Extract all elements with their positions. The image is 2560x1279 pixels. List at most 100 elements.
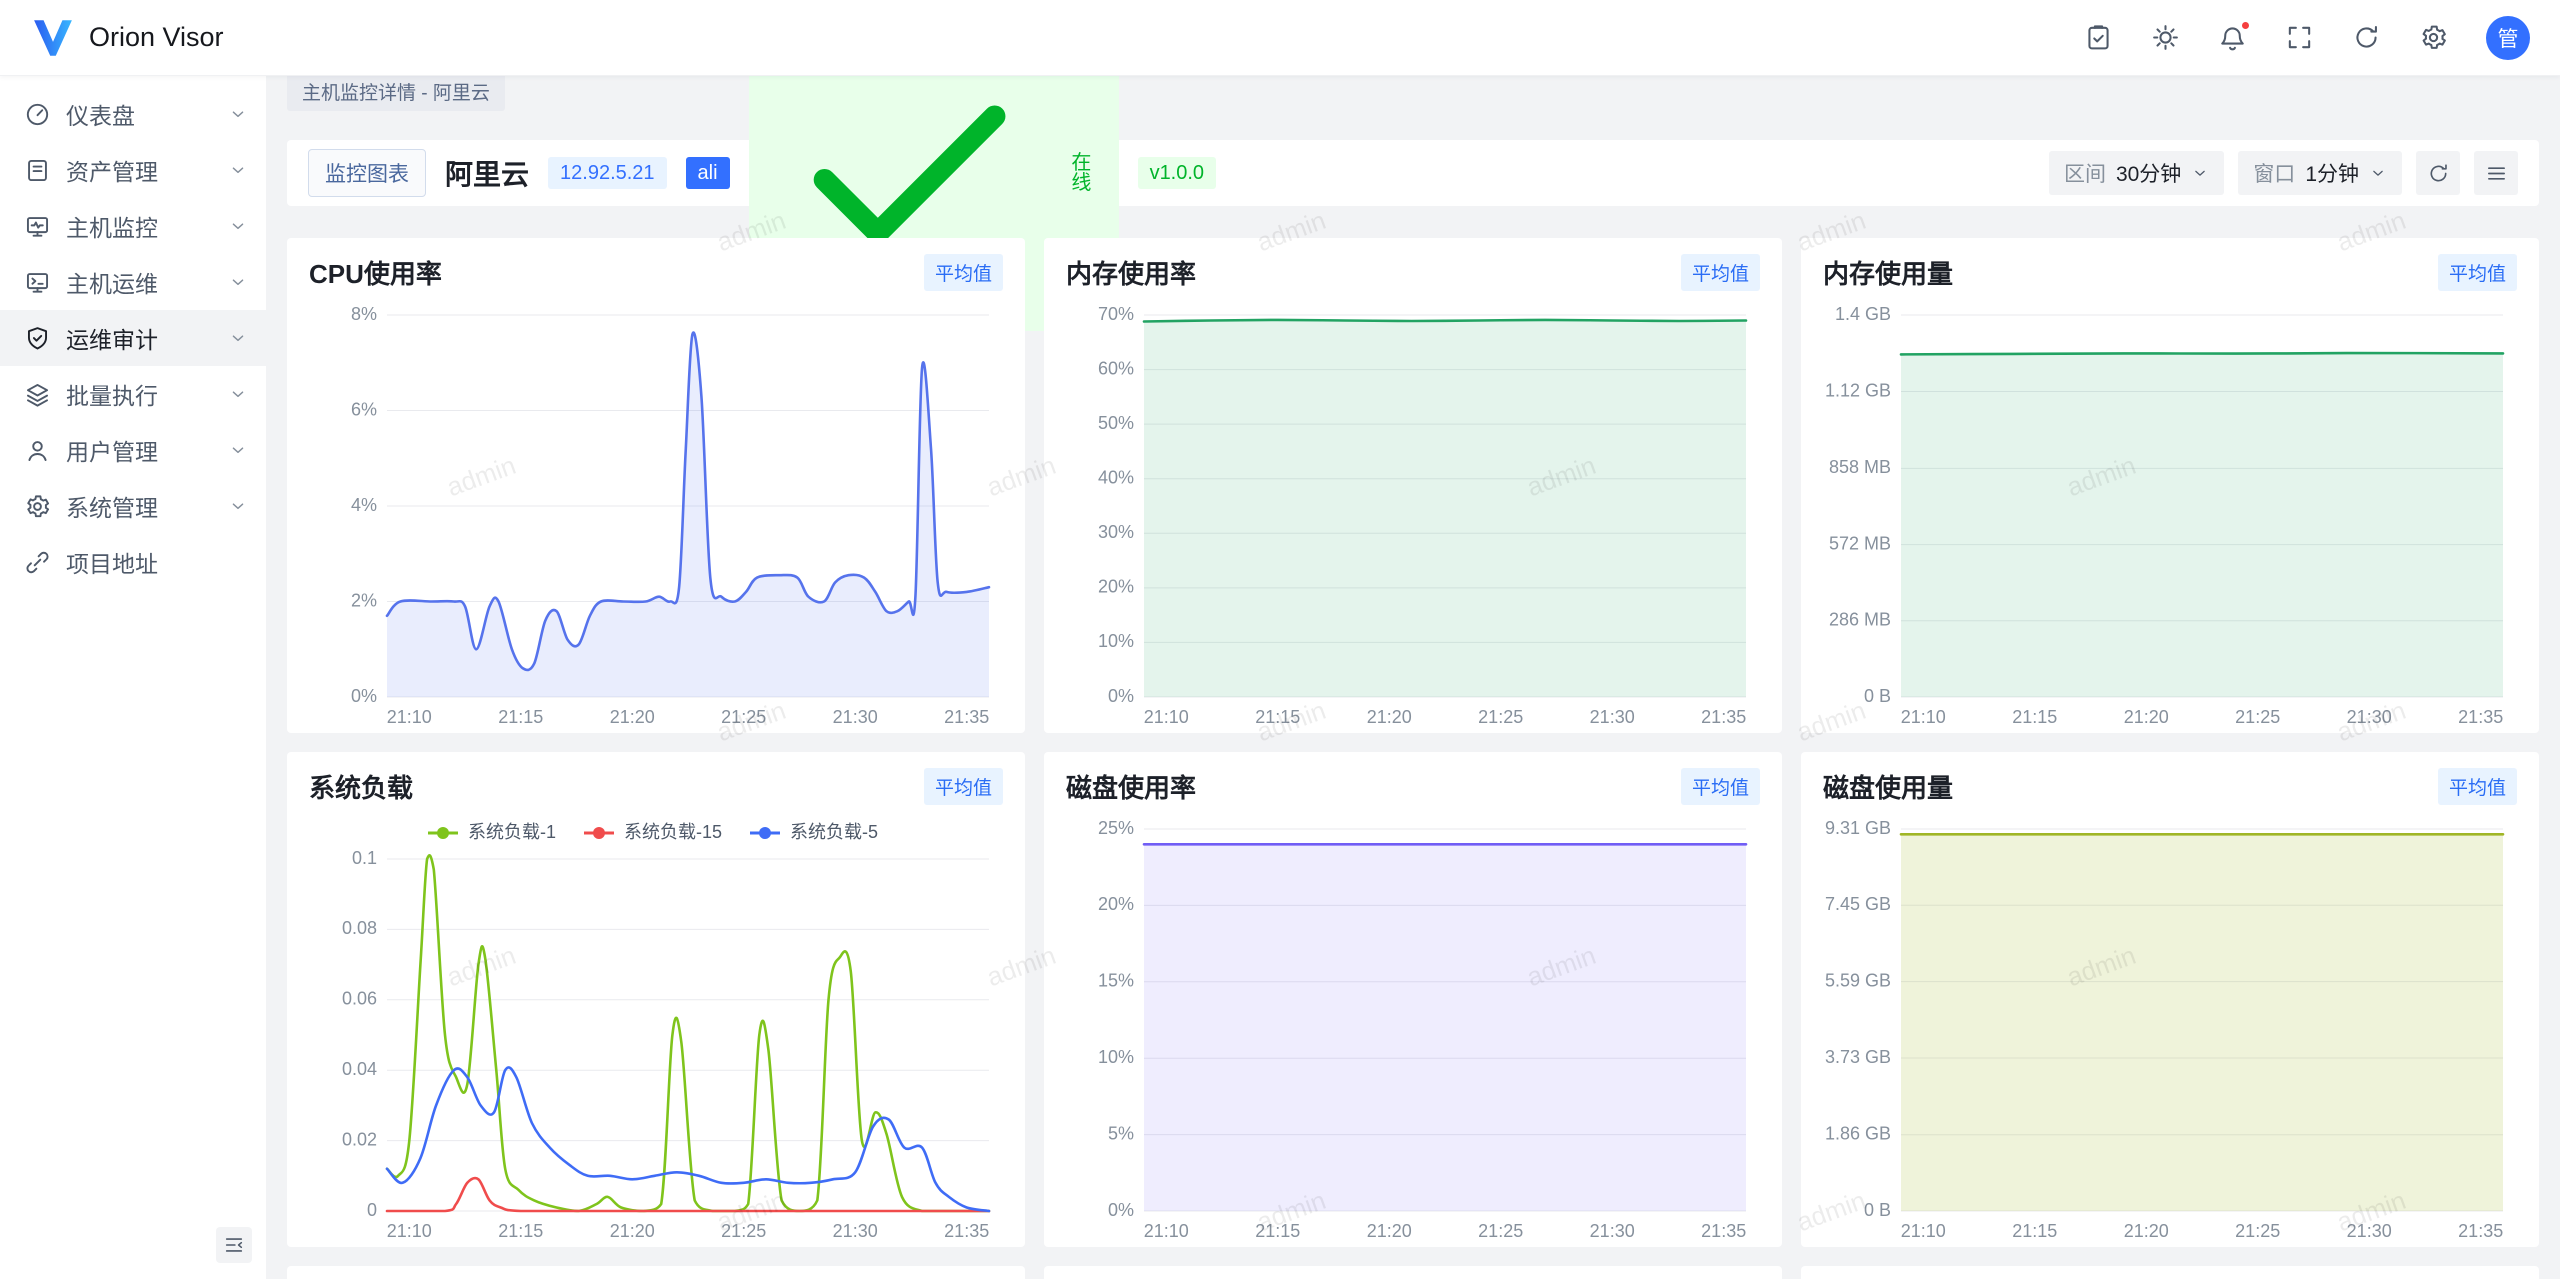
- svg-text:1.12 GB: 1.12 GB: [1825, 380, 1891, 400]
- sidebar-item-2[interactable]: 资产管理: [0, 142, 266, 198]
- window-select[interactable]: 窗口 1分钟: [2238, 151, 2402, 195]
- avg-value-badge[interactable]: 平均值: [1681, 768, 1760, 805]
- chevron-down-icon: [228, 328, 248, 348]
- svg-text:0: 0: [367, 1200, 377, 1220]
- sidebar-item-7[interactable]: 用户管理: [0, 422, 266, 478]
- svg-text:5%: 5%: [1108, 1123, 1134, 1143]
- chart-title: 系统负载: [309, 768, 413, 805]
- chart-canvas-6[interactable]: 0 B1.86 GB3.73 GB5.59 GB7.45 GB9.31 GB21…: [1821, 811, 2519, 1247]
- svg-text:21:25: 21:25: [1478, 707, 1523, 727]
- fullscreen-icon[interactable]: [2285, 23, 2314, 52]
- svg-text:21:25: 21:25: [721, 707, 766, 727]
- logo-v-icon: [30, 18, 76, 58]
- chevron-down-icon: [228, 440, 248, 460]
- svg-text:21:35: 21:35: [2458, 1221, 2503, 1241]
- sidebar-item-5[interactable]: 运维审计: [0, 310, 266, 366]
- chart-grid: CPU使用率平均值0%2%4%6%8%21:1021:1521:2021:252…: [287, 238, 2539, 1247]
- user-avatar[interactable]: 管: [2486, 16, 2530, 60]
- avg-value-badge[interactable]: 平均值: [2438, 768, 2517, 805]
- svg-text:20%: 20%: [1098, 577, 1134, 597]
- theme-sun-icon[interactable]: [2151, 23, 2180, 52]
- chart-canvas-3[interactable]: 0 B286 MB572 MB858 MB1.12 GB1.4 GB21:102…: [1821, 297, 2519, 733]
- chart-title: CPU使用率: [309, 254, 442, 291]
- svg-text:21:10: 21:10: [1901, 707, 1946, 727]
- chart-layout-button[interactable]: [2474, 151, 2518, 195]
- main-area: 主机监控详情 - 阿里云 监控图表 阿里云 12.92.5.21 ali 在线 …: [266, 76, 2560, 1279]
- settings-icon[interactable]: [2419, 23, 2448, 52]
- chart-canvas-1[interactable]: 0%2%4%6%8%21:1021:1521:2021:2521:3021:35: [307, 297, 1005, 733]
- chart-card-header: 磁盘使用量平均值: [1823, 768, 2517, 805]
- chart-canvas-2[interactable]: 0%10%20%30%40%50%60%70%21:1021:1521:2021…: [1064, 297, 1762, 733]
- sidebar-menu: 仪表盘资产管理主机监控主机运维运维审计批量执行用户管理系统管理项目地址: [0, 86, 266, 590]
- sidebar-item-6[interactable]: 批量执行: [0, 366, 266, 422]
- sidebar-item-1[interactable]: 仪表盘: [0, 86, 266, 142]
- sidebar-item-4[interactable]: 主机运维: [0, 254, 266, 310]
- chevron-down-icon: [228, 216, 248, 236]
- chart-canvas-4[interactable]: 00.020.040.060.080.121:1021:1521:2021:25…: [307, 811, 1005, 1247]
- svg-text:系统负载-5: 系统负载-5: [790, 822, 878, 842]
- avg-value-badge[interactable]: 平均值: [1681, 254, 1760, 291]
- monitor-chart-button[interactable]: 监控图表: [308, 149, 426, 197]
- svg-text:系统负载-15: 系统负载-15: [624, 822, 722, 842]
- chart-card-header: 系统负载 平均值: [309, 768, 1003, 805]
- chart-card-4: 系统负载平均值00.020.040.060.080.121:1021:1521:…: [287, 752, 1025, 1247]
- sidebar-item-label: 仪表盘: [66, 97, 213, 131]
- svg-text:0.06: 0.06: [342, 989, 377, 1009]
- svg-text:5.59 GB: 5.59 GB: [1825, 970, 1891, 990]
- svg-text:21:20: 21:20: [610, 1221, 655, 1241]
- refresh-icon[interactable]: [2352, 23, 2381, 52]
- window-value: 1分钟: [2305, 158, 2359, 188]
- svg-text:21:20: 21:20: [2124, 1221, 2169, 1241]
- interval-select[interactable]: 区间 30分钟: [2049, 151, 2224, 195]
- sidebar-item-9[interactable]: 项目地址: [0, 534, 266, 590]
- sidebar-item-label: 资产管理: [66, 153, 213, 187]
- menu-fold-icon: [223, 1234, 245, 1256]
- host-ip-tag[interactable]: 12.92.5.21: [548, 157, 667, 189]
- sidebar-item-3[interactable]: 主机监控: [0, 198, 266, 254]
- app-title: Orion Visor: [89, 22, 224, 53]
- chevron-down-icon: [228, 160, 248, 180]
- svg-text:系统负载-1: 系统负载-1: [468, 822, 556, 842]
- svg-text:9.31 GB: 9.31 GB: [1825, 818, 1891, 838]
- svg-text:21:20: 21:20: [2124, 707, 2169, 727]
- app-logo: Orion Visor: [30, 18, 224, 58]
- sidebar-item-label: 用户管理: [66, 433, 213, 467]
- host-ops-icon: [24, 269, 51, 296]
- chart-card-header: 内存使用量平均值: [1823, 254, 2517, 291]
- svg-text:0.08: 0.08: [342, 918, 377, 938]
- bell-icon[interactable]: [2218, 23, 2247, 52]
- svg-text:572 MB: 572 MB: [1829, 533, 1891, 553]
- chart-row-partial: [287, 1266, 2539, 1279]
- svg-text:21:35: 21:35: [1701, 707, 1746, 727]
- avg-value-badge[interactable]: 平均值: [924, 768, 1003, 805]
- window-label: 窗口: [2253, 158, 2295, 188]
- content: 监控图表 阿里云 12.92.5.21 ali 在线 v1.0.0 区间 30分…: [266, 115, 2560, 1279]
- chart-card-header: CPU使用率 平均值: [309, 254, 1003, 291]
- svg-text:21:15: 21:15: [1255, 707, 1300, 727]
- svg-text:2%: 2%: [351, 590, 377, 610]
- host-monitor-icon: [24, 213, 51, 240]
- clipboard-icon[interactable]: [2084, 23, 2113, 52]
- svg-text:3.73 GB: 3.73 GB: [1825, 1047, 1891, 1067]
- chart-canvas-5[interactable]: 0%5%10%15%20%25%21:1021:1521:2021:2521:3…: [1064, 811, 1762, 1247]
- svg-text:10%: 10%: [1098, 1047, 1134, 1067]
- sidebar-item-8[interactable]: 系统管理: [0, 478, 266, 534]
- avg-value-badge[interactable]: 平均值: [924, 254, 1003, 291]
- chart-card-partial: [1044, 1266, 1782, 1279]
- svg-text:21:10: 21:10: [1901, 1221, 1946, 1241]
- audit-icon: [24, 325, 51, 352]
- host-version-tag: v1.0.0: [1138, 157, 1216, 189]
- sidebar-collapse-button[interactable]: [216, 1227, 252, 1263]
- svg-text:21:15: 21:15: [2012, 707, 2057, 727]
- svg-text:0.04: 0.04: [342, 1059, 377, 1079]
- svg-text:0%: 0%: [1108, 1200, 1134, 1220]
- svg-text:21:25: 21:25: [1478, 1221, 1523, 1241]
- host-label-tag[interactable]: ali: [686, 157, 730, 189]
- avg-value-badge[interactable]: 平均值: [2438, 254, 2517, 291]
- assets-icon: [24, 157, 51, 184]
- refresh-charts-button[interactable]: [2416, 151, 2460, 195]
- svg-text:60%: 60%: [1098, 358, 1134, 378]
- svg-text:21:10: 21:10: [1144, 1221, 1189, 1241]
- chart-card-partial: [287, 1266, 1025, 1279]
- svg-text:25%: 25%: [1098, 818, 1134, 838]
